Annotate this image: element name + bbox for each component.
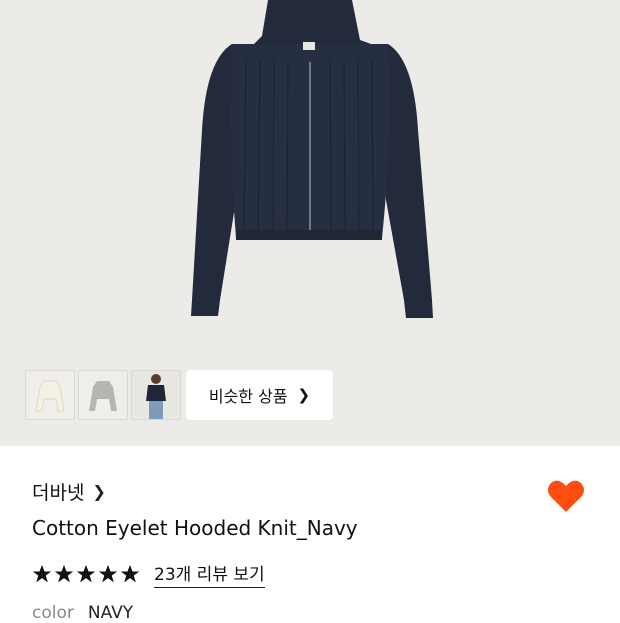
star-icon xyxy=(54,564,74,583)
brand-name: 더바넷 xyxy=(32,482,85,504)
product-image-area: 비슷한 상품 ❯ xyxy=(0,0,620,446)
product-title: Cotton Eyelet Hooded Knit_Navy xyxy=(32,516,358,540)
model-thumb-image xyxy=(132,371,180,419)
heart-icon[interactable] xyxy=(547,478,585,514)
star-icon xyxy=(32,564,52,583)
rating-row: 23개 리뷰 보기 xyxy=(32,560,265,588)
ivory-knit-thumb-image xyxy=(26,371,74,419)
star-icon xyxy=(98,564,118,583)
reviews-link[interactable]: 23개 리뷰 보기 xyxy=(154,560,265,588)
ivory-variant-thumbnail[interactable] xyxy=(25,370,75,420)
brand-link[interactable]: 더바넷 ❯ xyxy=(32,478,106,505)
rating-stars xyxy=(32,564,140,584)
similar-products-label: 비슷한 상품 xyxy=(208,387,288,406)
color-value: NAVY xyxy=(87,603,134,623)
similar-products-button[interactable]: 비슷한 상품 ❯ xyxy=(186,370,333,420)
star-icon xyxy=(76,564,96,583)
chevron-right-icon: ❯ xyxy=(92,482,106,501)
color-row: color NAVY xyxy=(32,603,133,623)
color-label: color xyxy=(32,603,74,623)
star-icon xyxy=(120,564,140,583)
chevron-right-icon: ❯ xyxy=(297,386,311,404)
grey-variant-thumbnail[interactable] xyxy=(78,370,128,420)
thumbnail-strip xyxy=(25,370,181,420)
model-wearing-thumbnail[interactable] xyxy=(131,370,181,420)
grey-knit-thumb-image xyxy=(79,371,127,419)
